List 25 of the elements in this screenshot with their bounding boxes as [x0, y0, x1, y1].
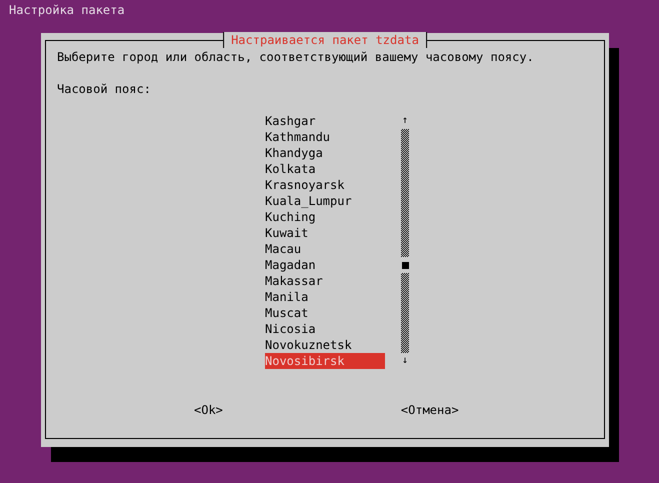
timezone-item[interactable]: Kashgar	[265, 113, 385, 129]
timezone-item[interactable]: Krasnoyarsk	[265, 177, 385, 193]
ok-button[interactable]: <Ok>	[194, 402, 223, 418]
timezone-item[interactable]: Kuwait	[265, 225, 385, 241]
timezone-item[interactable]: Khandyga	[265, 145, 385, 161]
screen-title: Настройка пакета	[8, 2, 125, 18]
timezone-item[interactable]: Macau	[265, 241, 385, 257]
cancel-button[interactable]: <Отмена>	[400, 402, 459, 418]
prompt-text: Выберите город или область, соответствующий вашему часовому поясу.	[57, 49, 534, 65]
scroll-up-arrow[interactable]: ↑	[401, 113, 409, 129]
timezone-item[interactable]: Manila	[265, 289, 385, 305]
scrollbar[interactable]: ↑ ↓	[401, 113, 409, 369]
timezone-item[interactable]: Kolkata	[265, 161, 385, 177]
timezone-item[interactable]: Makassar	[265, 273, 385, 289]
timezone-item[interactable]: Muscat	[265, 305, 385, 321]
timezone-item[interactable]: Kathmandu	[265, 129, 385, 145]
timezone-item[interactable]: Kuala_Lumpur	[265, 193, 385, 209]
dialog-title: Настраивается пакет tzdata	[223, 32, 427, 48]
timezone-item[interactable]: Kuching	[265, 209, 385, 225]
timezone-item[interactable]: Novokuznetsk	[265, 337, 385, 353]
timezone-item[interactable]: Magadan	[265, 257, 385, 273]
timezone-item[interactable]: Nicosia	[265, 321, 385, 337]
scroll-thumb[interactable]	[402, 262, 408, 268]
scroll-down-arrow[interactable]: ↓	[401, 353, 409, 369]
field-label: Часовой пояс:	[57, 81, 151, 97]
